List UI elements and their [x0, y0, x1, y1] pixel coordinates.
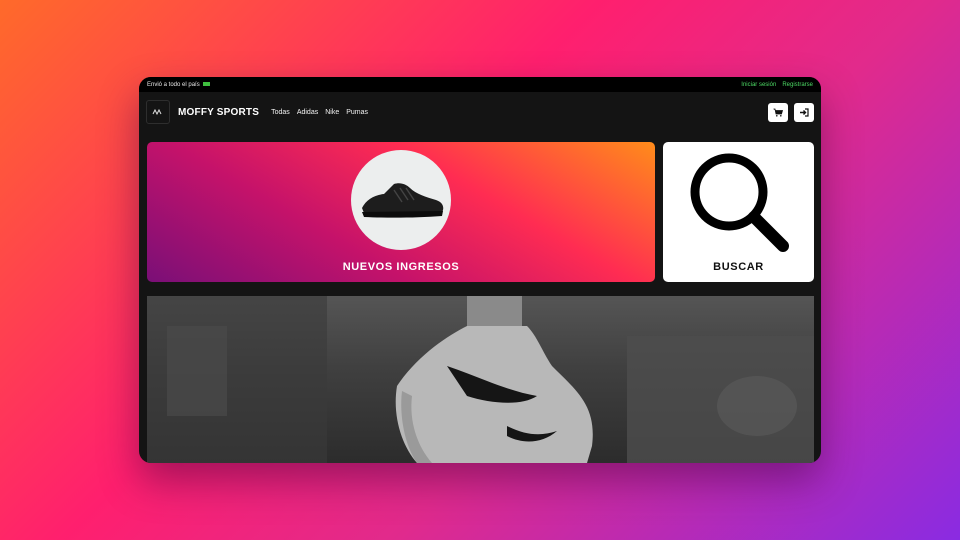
- brand-name[interactable]: MOFFY SPORTS: [178, 107, 259, 118]
- hero-sneaker-image: [147, 296, 814, 463]
- login-button[interactable]: [794, 103, 814, 122]
- logo-icon: [152, 108, 162, 116]
- nav-link-todas[interactable]: Todas: [271, 109, 290, 116]
- new-arrivals-card[interactable]: NUEVOS INGRESOS: [147, 142, 655, 282]
- nav-menu: Todas Adidas Nike Pumas: [271, 109, 368, 116]
- search-icon: [690, 153, 789, 252]
- browser-window: Envió a todo el país Iniciar sesión Regi…: [139, 77, 821, 463]
- main-navbar: MOFFY SPORTS Todas Adidas Nike Pumas: [139, 92, 821, 132]
- cart-icon: [773, 108, 783, 117]
- shipping-text: Envió a todo el país: [147, 81, 200, 88]
- register-link[interactable]: Registrarse: [782, 82, 813, 88]
- search-card[interactable]: BUSCAR: [663, 142, 814, 282]
- cart-button[interactable]: [768, 103, 788, 122]
- nav-actions: [768, 103, 814, 122]
- search-label: BUSCAR: [713, 261, 764, 273]
- nav-link-adidas[interactable]: Adidas: [297, 109, 318, 116]
- login-link[interactable]: Iniciar sesión: [741, 82, 776, 88]
- shoe-thumbnail: [351, 150, 451, 250]
- shipping-notice: Envió a todo el país: [147, 81, 211, 88]
- sign-in-icon: [800, 108, 809, 117]
- sneaker-icon: [362, 183, 444, 218]
- new-arrivals-label: NUEVOS INGRESOS: [342, 261, 460, 273]
- logo[interactable]: [146, 100, 170, 124]
- nav-link-nike[interactable]: Nike: [325, 109, 339, 116]
- top-announcement-bar: Envió a todo el país Iniciar sesión Regi…: [139, 77, 821, 92]
- hero-banner: [147, 296, 814, 463]
- nav-link-pumas[interactable]: Pumas: [346, 109, 368, 116]
- account-links: Iniciar sesión Registrarse: [741, 82, 813, 88]
- flag-icon: [203, 81, 211, 86]
